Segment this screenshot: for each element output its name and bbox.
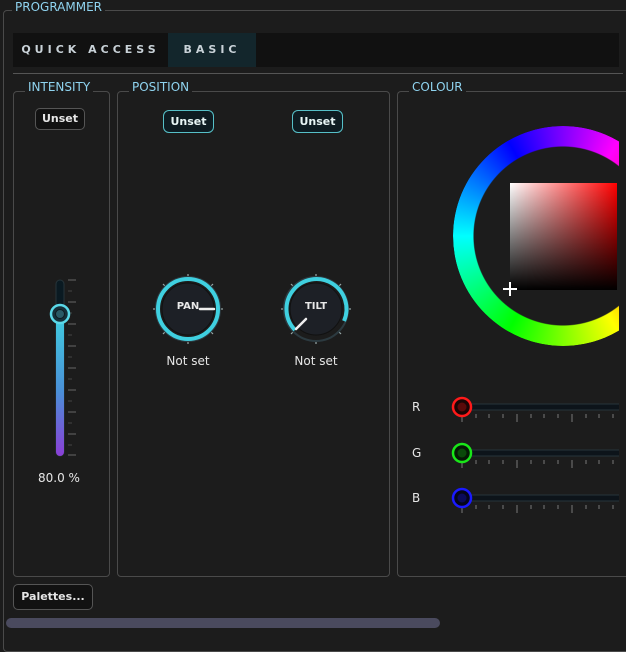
tab-divider — [13, 73, 623, 74]
pan-status: Not set — [166, 354, 210, 368]
tilt-knob-label: TILT — [304, 301, 328, 312]
rgb-sliders — [451, 396, 619, 513]
intensity-legend: INTENSITY — [25, 80, 94, 94]
colour-legend: COLOUR — [409, 80, 466, 94]
tilt-unset-button[interactable]: Unset — [292, 110, 343, 133]
channel-label-r: R — [412, 400, 421, 414]
slider-b[interactable] — [451, 487, 619, 513]
channel-label-b: B — [412, 491, 421, 505]
saturation-value-square[interactable] — [510, 183, 617, 290]
slider-g[interactable] — [451, 442, 619, 468]
programmer-title: PROGRAMMER — [12, 0, 106, 14]
intensity-slider[interactable] — [40, 272, 84, 462]
pan-knob-label: PAN — [176, 301, 200, 312]
channel-label-g: G — [412, 446, 422, 460]
tilt-status: Not set — [294, 354, 338, 368]
tab-quick-access[interactable]: QUICK ACCESS — [13, 33, 168, 67]
crosshair-icon — [503, 282, 517, 296]
slider-r[interactable] — [451, 396, 619, 422]
position-legend: POSITION — [129, 80, 193, 94]
pan-unset-button[interactable]: Unset — [163, 110, 214, 133]
tab-bar: QUICK ACCESS BASIC — [13, 33, 619, 67]
intensity-value: 80.0 % — [38, 471, 80, 485]
horizontal-scrollbar[interactable] — [6, 618, 440, 628]
colour-wheel-area — [398, 100, 619, 380]
palettes-button[interactable]: Palettes... — [13, 584, 93, 610]
intensity-slider-fill — [56, 312, 64, 456]
intensity-unset-button[interactable]: Unset — [35, 108, 85, 130]
intensity-ticks — [68, 279, 76, 456]
tab-basic[interactable]: BASIC — [168, 33, 256, 67]
